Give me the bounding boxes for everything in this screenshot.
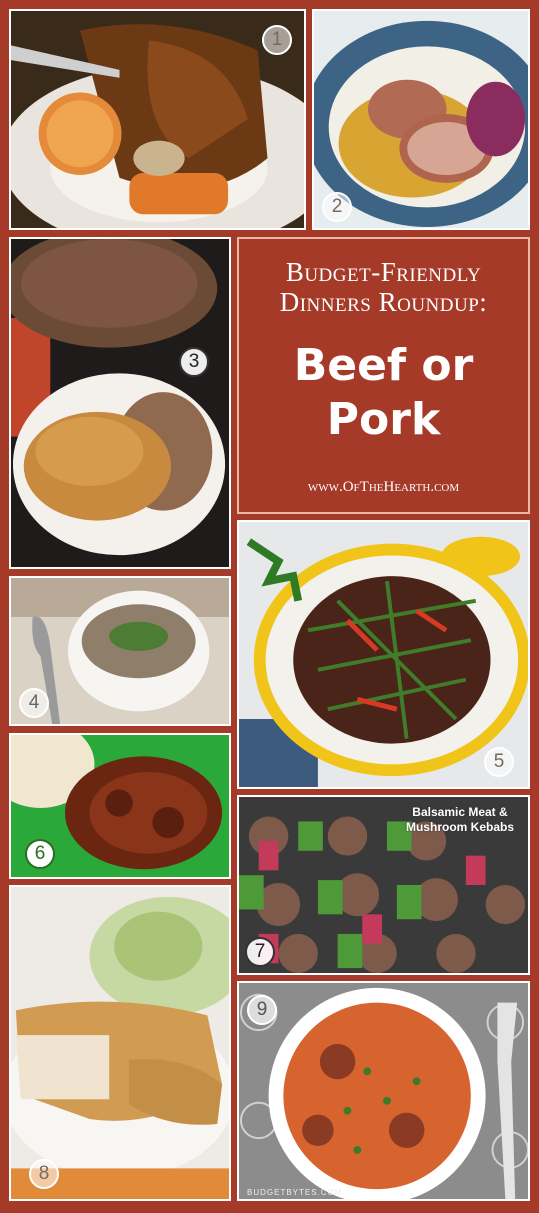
- photo-tile-9[interactable]: 9 BUDGETBYTES.COM: [237, 981, 530, 1201]
- title-line1: Budget-Friendly: [285, 257, 482, 287]
- title-main: Beef or Pork: [239, 339, 528, 447]
- tile-number-badge: 5: [484, 747, 514, 777]
- photo-tile-6[interactable]: 6: [9, 733, 231, 879]
- photo-tile-4[interactable]: 4: [9, 576, 231, 726]
- kebab-caption-line1: Balsamic Meat &: [412, 805, 508, 819]
- beef-stir-fry-image: [239, 522, 528, 787]
- tile-number-badge: 1: [262, 25, 292, 55]
- tile-number-badge: 9: [247, 995, 277, 1025]
- title-panel: Budget-Friendly Dinners Roundup: Beef or…: [237, 237, 530, 514]
- photo-tile-7[interactable]: Balsamic Meat & Mushroom Kebabs 7: [237, 795, 530, 975]
- photo-tile-8[interactable]: 8: [9, 885, 231, 1201]
- tile-number-badge: 4: [19, 688, 49, 718]
- sausage-rice-image: [239, 983, 528, 1199]
- kebab-caption-line2: Mushroom Kebabs: [405, 820, 514, 834]
- title-line2: Dinners Roundup:: [279, 287, 488, 317]
- photo-tile-3[interactable]: 3: [9, 237, 231, 569]
- tile-number-badge: 6: [25, 839, 55, 869]
- title-main-line1: Beef or: [293, 340, 474, 391]
- website-link[interactable]: www.OfTheHearth.com: [239, 479, 528, 496]
- photo-tile-2[interactable]: 2: [312, 9, 530, 230]
- pot-roast-image: [11, 11, 304, 228]
- tile-number-badge: 2: [322, 192, 352, 222]
- breaded-pork-chop-image: [11, 887, 229, 1199]
- pulled-pork-sandwich-image: [11, 239, 229, 567]
- tile-number-badge: 7: [245, 937, 275, 967]
- tile-number-badge: 8: [29, 1159, 59, 1189]
- photo-tile-5[interactable]: 5: [237, 520, 530, 789]
- source-watermark: BUDGETBYTES.COM: [247, 1188, 343, 1197]
- photo-tile-1[interactable]: 1: [9, 9, 306, 230]
- tile-number-badge: 3: [179, 347, 209, 377]
- kebab-caption: Balsamic Meat & Mushroom Kebabs: [406, 805, 514, 835]
- title-main-line2: Pork: [326, 394, 441, 445]
